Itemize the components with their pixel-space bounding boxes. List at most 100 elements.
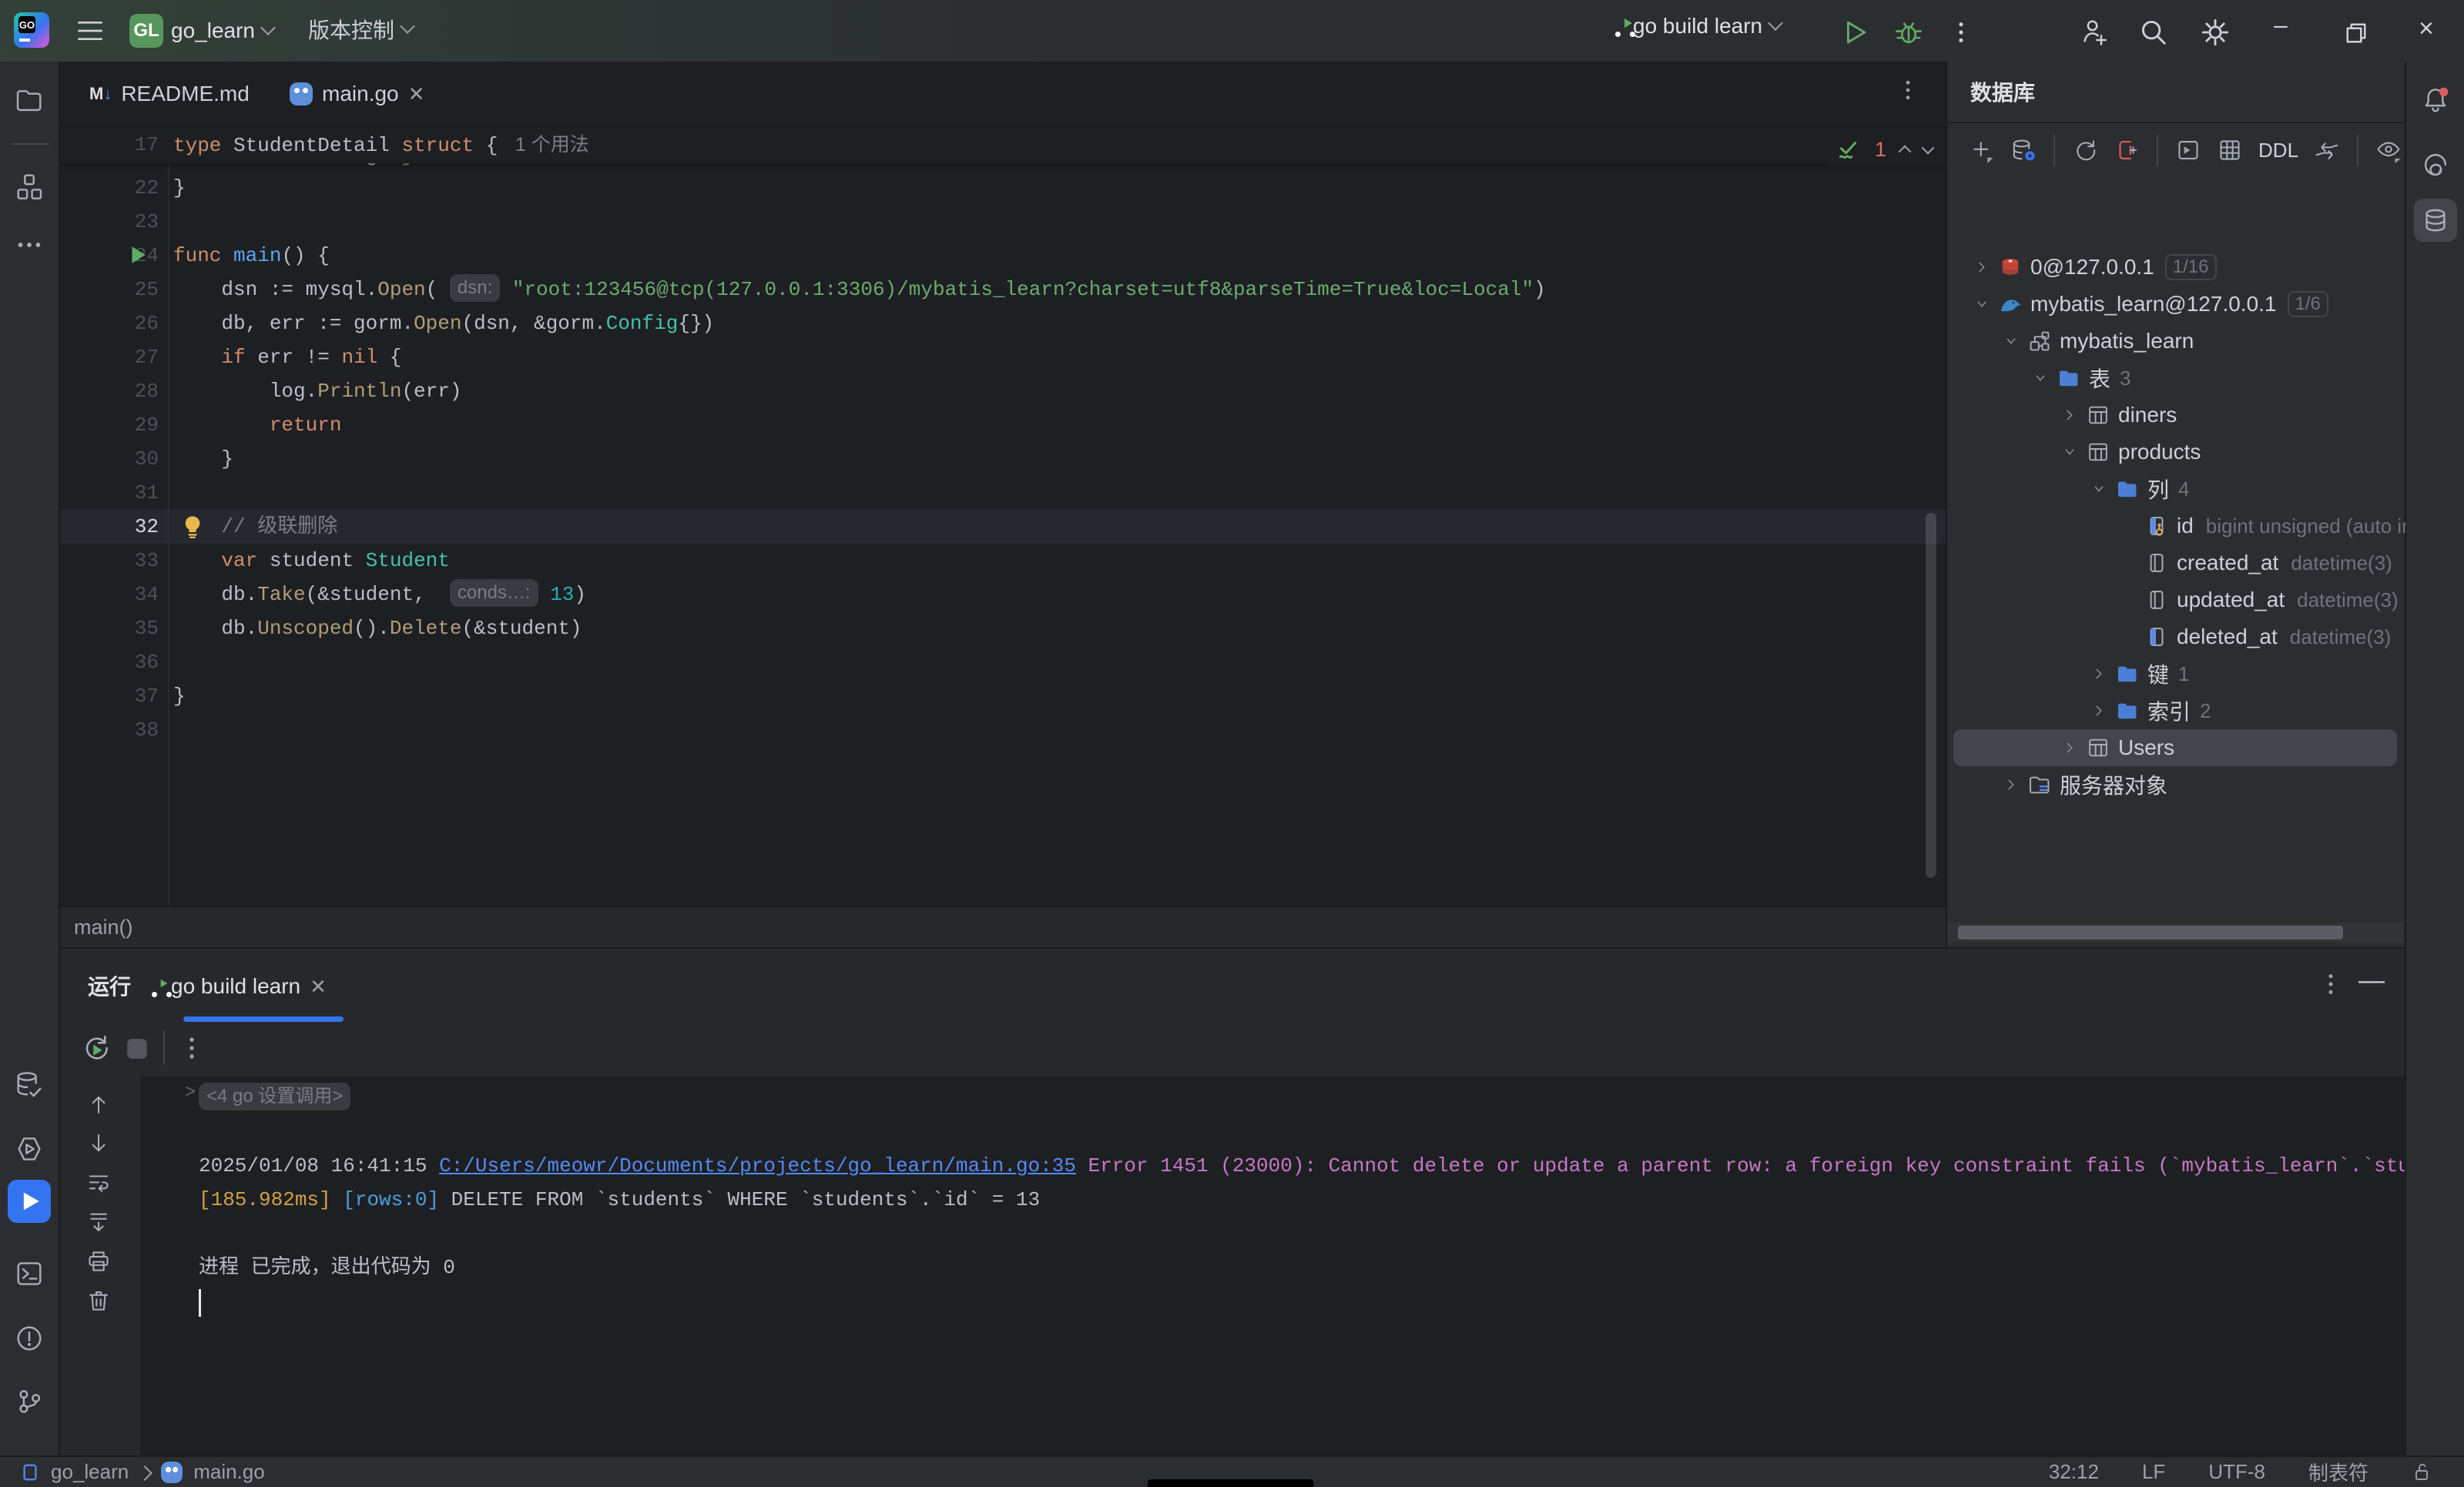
down-stack-trace-button[interactable] <box>82 1127 116 1160</box>
tree-item-created-at[interactable]: created_atdatetime(3) <box>2115 544 2392 581</box>
clear-all-button[interactable] <box>82 1284 116 1318</box>
caret-position[interactable]: 32:12 <box>2049 1460 2099 1484</box>
search-everywhere-icon[interactable] <box>2138 17 2169 52</box>
chevron-down-icon[interactable] <box>2057 442 2083 462</box>
refresh-button[interactable] <box>2067 132 2103 169</box>
toolwindow-project-button[interactable] <box>8 79 51 122</box>
run-panel-title[interactable]: 运行 <box>88 970 131 1001</box>
run-gutter-icon[interactable] <box>126 243 149 270</box>
vcs-menu-button[interactable]: 版本控制 <box>308 14 413 45</box>
chevron-right-icon[interactable] <box>1998 775 2024 795</box>
toolbar-separator <box>2357 135 2358 166</box>
tab-main-go[interactable]: main.go ✕ <box>276 62 438 126</box>
database-horizontal-scrollbar[interactable] <box>1958 926 2343 939</box>
breadcrumb-project[interactable]: go_learn <box>51 1460 129 1484</box>
toolwindow-services-button[interactable] <box>8 1127 51 1171</box>
prev-problem-icon[interactable] <box>1899 146 1912 159</box>
next-problem-icon[interactable] <box>1922 142 1935 155</box>
breadcrumb-context[interactable]: main() <box>74 916 133 939</box>
more-toolwindows-button[interactable] <box>8 223 51 266</box>
run-panel-options-kebab-icon[interactable] <box>2317 970 2345 1002</box>
tree-item--[interactable]: 服务器对象 <box>1998 766 2167 803</box>
ai-assistant-button[interactable] <box>2414 143 2457 186</box>
tree-item-updated-at[interactable]: updated_atdatetime(3) <box>2115 581 2399 618</box>
project-widget[interactable]: GL go_learn <box>129 14 273 48</box>
chevron-down-icon[interactable] <box>1998 331 2024 351</box>
toolwindow-git-button[interactable] <box>8 1380 51 1423</box>
code-with-me-icon[interactable] <box>2078 17 2109 52</box>
tree-item--[interactable]: 表3 <box>2027 360 2130 397</box>
print-button[interactable] <box>82 1244 116 1278</box>
chevron-right-icon[interactable] <box>2086 701 2112 721</box>
inspections-widget[interactable]: 1 <box>1822 132 1945 166</box>
chevron-down-icon[interactable] <box>1969 294 1995 314</box>
run-config-selector[interactable]: go build learn <box>1625 14 1781 39</box>
close-icon[interactable]: ✕ <box>310 975 327 999</box>
more-actions-kebab-icon[interactable] <box>1947 18 1975 50</box>
navigate-to-console-button[interactable] <box>2309 132 2345 169</box>
tree-item--[interactable]: 索引2 <box>2086 692 2211 729</box>
run-button[interactable] <box>1839 17 1870 52</box>
tab-options-kebab-icon[interactable] <box>1895 77 1921 107</box>
jump-to-query-console-button[interactable] <box>2171 132 2206 169</box>
view-data-button[interactable] <box>2212 132 2248 169</box>
tab-readme[interactable]: M↓ README.md <box>75 62 263 126</box>
data-source-properties-button[interactable] <box>2006 132 2041 169</box>
disconnect-button[interactable] <box>2109 132 2144 169</box>
read-only-lock-icon[interactable] <box>2412 1462 2433 1483</box>
console-output[interactable]: <4 go 设置调用>>2025/01/08 16:41:15 C:/Users… <box>140 1077 2405 1457</box>
chevron-right-icon[interactable] <box>2086 664 2112 684</box>
window-close-button[interactable]: × <box>2419 14 2434 44</box>
toolwindow-run-button[interactable] <box>8 1180 51 1223</box>
scroll-to-end-button[interactable] <box>82 1205 116 1239</box>
tree-item-0-127-0-0-1[interactable]: 0@127.0.0.11/16 <box>1969 249 2217 286</box>
chevron-right-icon[interactable] <box>2057 738 2083 758</box>
code-segment: (err) <box>401 380 461 403</box>
soft-wrap-button[interactable] <box>82 1166 116 1200</box>
tree-item-mybatis-learn-127-0-0-1[interactable]: mybatis_learn@127.0.0.11/6 <box>1969 286 2328 323</box>
file-encoding[interactable]: UTF-8 <box>2208 1460 2265 1484</box>
chevron-down-icon[interactable] <box>2086 479 2112 499</box>
up-stack-trace-button[interactable] <box>82 1087 116 1121</box>
line-separator[interactable]: LF <box>2142 1460 2165 1484</box>
window-restore-button[interactable] <box>2345 22 2368 49</box>
toolwindow-database-changes-button[interactable] <box>8 1063 51 1106</box>
close-icon[interactable]: ✕ <box>408 82 425 106</box>
console-more-kebab-icon[interactable] <box>177 1033 206 1067</box>
settings-gear-icon[interactable] <box>2200 17 2231 52</box>
debug-button[interactable] <box>1893 17 1924 52</box>
editor-scrollbar[interactable] <box>1926 513 1936 878</box>
tree-item-id[interactable]: idbigint unsigned (auto in <box>2115 507 2406 544</box>
main-menu-button[interactable] <box>75 18 105 47</box>
schema-icon <box>2024 329 2055 353</box>
tree-item--[interactable]: 键1 <box>2086 655 2189 692</box>
breadcrumb-file[interactable]: main.go <box>193 1460 265 1484</box>
add-data-source-button[interactable] <box>1964 132 2000 169</box>
tree-item--[interactable]: 列4 <box>2086 471 2189 507</box>
code-segment: type <box>173 134 221 157</box>
code-editor[interactable]: 22}2324func main() {25 dsn := mysql.Open… <box>60 128 1946 906</box>
toolwindow-database-button[interactable] <box>2414 199 2457 242</box>
rerun-button[interactable] <box>80 1032 112 1068</box>
chevron-down-icon[interactable] <box>2027 368 2053 388</box>
toolwindow-terminal-button[interactable] <box>8 1252 51 1295</box>
toolwindow-structure-button[interactable] <box>8 165 51 208</box>
toolwindow-problems-button[interactable] <box>8 1317 51 1360</box>
tree-item-users[interactable]: Users <box>2057 729 2174 766</box>
ddl-button[interactable]: DDL <box>2254 139 2303 162</box>
hide-panel-button[interactable]: — <box>2358 966 2385 996</box>
view-options-button[interactable] <box>2371 132 2406 169</box>
notifications-bell-button[interactable] <box>2414 79 2457 122</box>
chevron-right-icon[interactable] <box>2057 405 2083 425</box>
run-tab[interactable]: go build learn ✕ <box>162 963 327 1010</box>
tree-item-diners[interactable]: diners <box>2057 397 2177 434</box>
code-segment: db. <box>173 617 257 640</box>
indent-style[interactable]: 制表符 <box>2308 1458 2368 1486</box>
chevron-right-icon[interactable] <box>1969 257 1995 277</box>
tree-item-deleted-at[interactable]: deleted_atdatetime(3) <box>2115 618 2391 655</box>
stop-button[interactable] <box>123 1035 151 1067</box>
tree-item-products[interactable]: products <box>2057 434 2201 471</box>
tree-item-mybatis-learn[interactable]: mybatis_learn <box>1998 323 2194 360</box>
window-minimize-button[interactable]: – <box>2274 11 2288 39</box>
fold-marker[interactable]: > <box>185 1081 196 1103</box>
